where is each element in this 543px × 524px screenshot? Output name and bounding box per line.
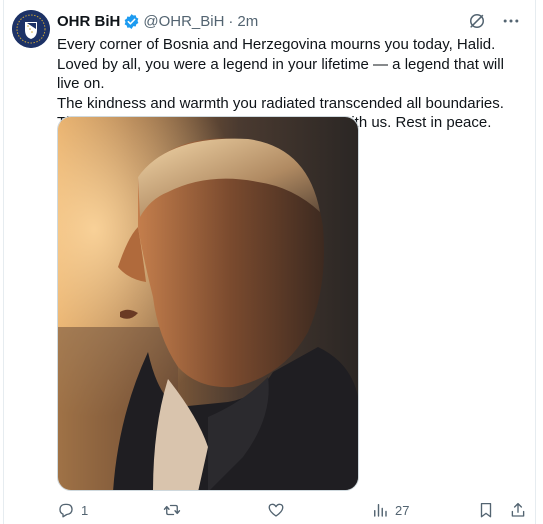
bookmark-icon xyxy=(477,501,495,519)
author-name[interactable]: OHR BiH xyxy=(57,13,120,30)
tweet-paragraph: Every corner of Bosnia and Herzegovina m… xyxy=(57,36,504,92)
separator-dot: · xyxy=(228,12,234,30)
tweet-header: OHR BiH @OHR_BiH · 2m xyxy=(57,11,258,31)
views-bar-chart-icon xyxy=(371,501,389,519)
timestamp[interactable]: 2m xyxy=(237,13,258,30)
ohr-logo-icon xyxy=(12,10,50,48)
avatar[interactable] xyxy=(12,10,50,48)
views-button[interactable]: 27 xyxy=(371,501,409,519)
more-options-icon[interactable] xyxy=(501,11,521,31)
repost-button[interactable] xyxy=(163,501,181,519)
portrait-photo xyxy=(58,117,358,490)
share-icon xyxy=(509,501,527,519)
reply-button[interactable]: 1 xyxy=(57,501,88,519)
repost-icon xyxy=(163,501,181,519)
views-count: 27 xyxy=(395,502,410,518)
author-handle[interactable]: @OHR_BiH xyxy=(143,13,224,30)
tweet-photo[interactable] xyxy=(57,116,359,491)
verified-badge-icon xyxy=(123,13,140,30)
like-button[interactable] xyxy=(267,501,285,519)
reply-count: 1 xyxy=(81,502,89,518)
tweet-actions: 1 27 xyxy=(57,501,527,521)
grok-icon[interactable] xyxy=(467,11,487,31)
share-button[interactable] xyxy=(509,501,527,519)
bookmark-button[interactable] xyxy=(477,501,495,519)
reply-icon xyxy=(57,501,75,519)
tweet-card[interactable]: OHR BiH @OHR_BiH · 2m Every corner of Bo… xyxy=(3,0,536,524)
heart-icon xyxy=(267,501,285,519)
